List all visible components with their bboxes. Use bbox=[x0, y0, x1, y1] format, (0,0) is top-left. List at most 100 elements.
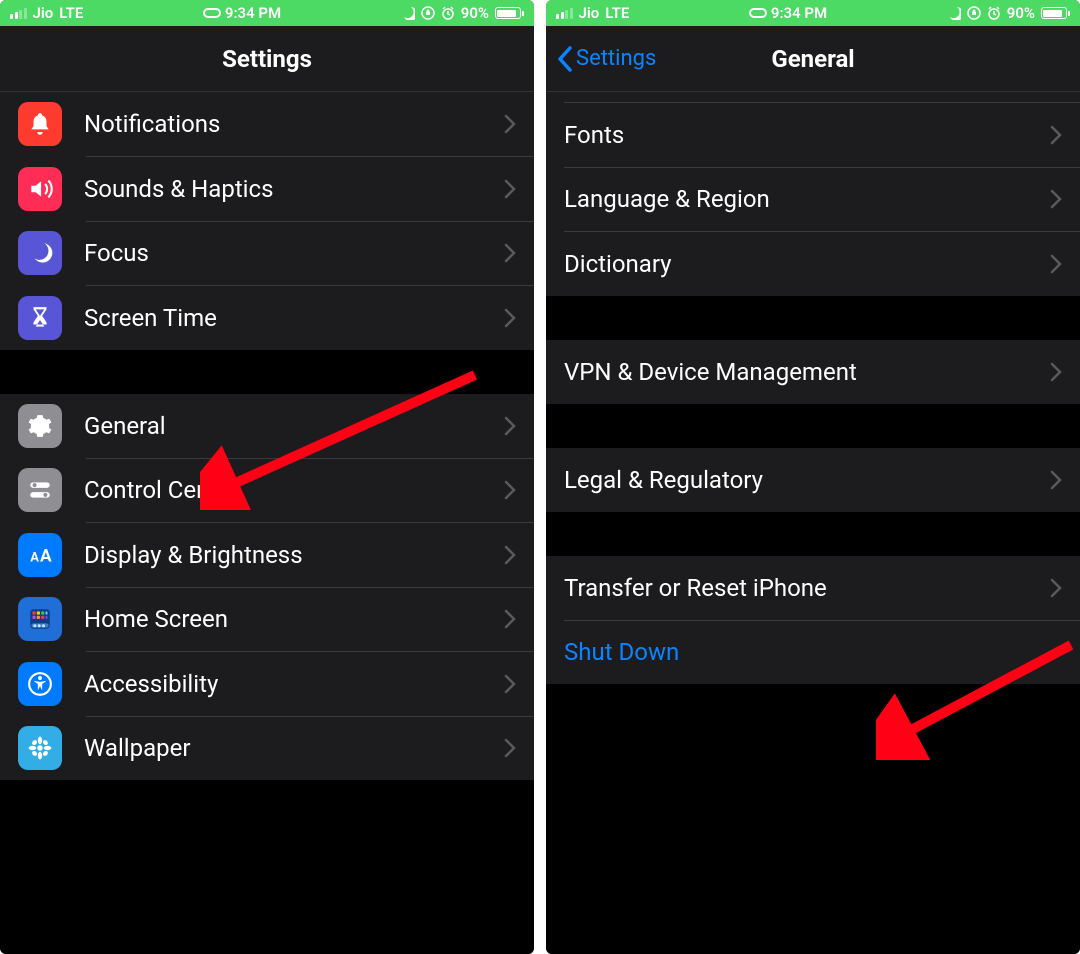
alarm-icon bbox=[987, 6, 1001, 20]
settings-screen-time[interactable]: Screen Time bbox=[0, 286, 534, 350]
chevron-right-icon bbox=[1050, 578, 1062, 598]
row-label: Sounds & Haptics bbox=[84, 175, 504, 203]
settings-control-centre[interactable]: Control Centre bbox=[0, 458, 534, 522]
settings-notifications[interactable]: Notifications bbox=[0, 92, 534, 156]
hotspot-icon bbox=[203, 8, 221, 18]
hotspot-icon bbox=[749, 8, 767, 18]
alarm-icon bbox=[441, 6, 455, 20]
row-label: Accessibility bbox=[84, 670, 504, 698]
settings-focus[interactable]: Focus bbox=[0, 221, 534, 285]
settings-sounds-haptics[interactable]: Sounds & Haptics bbox=[0, 157, 534, 221]
phone-right-general: Jio LTE 9:34 PM 90% Settings General bbox=[546, 0, 1080, 954]
accessibility-icon bbox=[18, 662, 62, 706]
network-label: LTE bbox=[59, 4, 83, 22]
time-label: 9:34 PM bbox=[225, 4, 281, 22]
chevron-right-icon bbox=[1050, 254, 1062, 274]
row-label: Fonts bbox=[564, 121, 1050, 149]
page-title: General bbox=[771, 45, 854, 73]
signal-bars-icon bbox=[556, 7, 573, 19]
general-shut-down[interactable]: Shut Down bbox=[546, 620, 1080, 684]
settings-home-screen[interactable]: Home Screen bbox=[0, 587, 534, 651]
row-label: Home Screen bbox=[84, 605, 504, 633]
status-bar: Jio LTE 9:34 PM 90% bbox=[0, 0, 534, 26]
general-group-a: Fonts Language & Region Dictionary bbox=[546, 92, 1080, 296]
general-group-b: VPN & Device Management bbox=[546, 340, 1080, 404]
bell-icon bbox=[18, 102, 62, 146]
nav-bar: Settings General bbox=[546, 26, 1080, 92]
status-left: Jio LTE bbox=[10, 4, 83, 22]
status-right: 90% bbox=[947, 4, 1070, 22]
general-transfer-reset[interactable]: Transfer or Reset iPhone bbox=[546, 556, 1080, 620]
general-group-d: Transfer or Reset iPhone Shut Down bbox=[546, 556, 1080, 685]
chevron-right-icon bbox=[504, 480, 516, 500]
row-label: Screen Time bbox=[84, 304, 504, 332]
status-center: 9:34 PM bbox=[749, 4, 827, 22]
settings-wallpaper[interactable]: Wallpaper bbox=[0, 716, 534, 780]
text-size-icon: AA bbox=[18, 533, 62, 577]
settings-group-b: General Control Centre AA Display & Brig… bbox=[0, 394, 534, 781]
chevron-right-icon bbox=[1050, 470, 1062, 490]
general-fonts[interactable]: Fonts bbox=[546, 103, 1080, 167]
moon-icon bbox=[947, 6, 961, 20]
gear-icon bbox=[18, 404, 62, 448]
general-legal-regulatory[interactable]: Legal & Regulatory bbox=[546, 448, 1080, 512]
status-bar: Jio LTE 9:34 PM 90% bbox=[546, 0, 1080, 26]
chevron-right-icon bbox=[504, 674, 516, 694]
general-list[interactable]: Fonts Language & Region Dictionary VPN &… bbox=[546, 92, 1080, 954]
row-label: VPN & Device Management bbox=[564, 358, 1050, 386]
battery-pct-label: 90% bbox=[461, 4, 489, 22]
general-dictionary[interactable]: Dictionary bbox=[546, 232, 1080, 296]
general-vpn-device-mgmt[interactable]: VPN & Device Management bbox=[546, 340, 1080, 404]
status-left: Jio LTE bbox=[556, 4, 629, 22]
back-label: Settings bbox=[576, 46, 656, 71]
chevron-right-icon bbox=[504, 738, 516, 758]
settings-list[interactable]: Notifications Sounds & Haptics Focus bbox=[0, 92, 534, 954]
chevron-right-icon bbox=[504, 308, 516, 328]
moon-icon bbox=[401, 6, 415, 20]
settings-accessibility[interactable]: Accessibility bbox=[0, 652, 534, 716]
row-label: Control Centre bbox=[84, 476, 504, 504]
battery-icon bbox=[1041, 7, 1070, 19]
chevron-right-icon bbox=[504, 243, 516, 263]
row-label: Transfer or Reset iPhone bbox=[564, 574, 1050, 602]
row-label: Focus bbox=[84, 239, 504, 267]
row-label: Dictionary bbox=[564, 250, 1050, 278]
chevron-right-icon bbox=[1050, 125, 1062, 145]
row-label: Shut Down bbox=[564, 638, 1062, 666]
general-language-region[interactable]: Language & Region bbox=[546, 167, 1080, 231]
row-label: Display & Brightness bbox=[84, 541, 504, 569]
status-center: 9:34 PM bbox=[203, 4, 281, 22]
carrier-label: Jio bbox=[33, 4, 54, 22]
settings-general[interactable]: General bbox=[0, 394, 534, 458]
phone-left-settings: Jio LTE 9:34 PM 90% Settings bbox=[0, 0, 534, 954]
row-label: Legal & Regulatory bbox=[564, 466, 1050, 494]
row-label: Language & Region bbox=[564, 185, 1050, 213]
chevron-right-icon bbox=[504, 179, 516, 199]
chevron-right-icon bbox=[504, 609, 516, 629]
orientation-lock-icon bbox=[967, 6, 981, 20]
speaker-icon bbox=[18, 167, 62, 211]
home-grid-icon bbox=[18, 597, 62, 641]
chevron-right-icon bbox=[1050, 189, 1062, 209]
chevron-right-icon bbox=[1050, 362, 1062, 382]
chevron-right-icon bbox=[504, 416, 516, 436]
network-label: LTE bbox=[605, 4, 629, 22]
settings-group-a: Notifications Sounds & Haptics Focus bbox=[0, 92, 534, 350]
nav-bar: Settings bbox=[0, 26, 534, 92]
page-title: Settings bbox=[222, 45, 312, 73]
svg-text:A: A bbox=[40, 546, 52, 566]
chevron-right-icon bbox=[504, 545, 516, 565]
back-button[interactable]: Settings bbox=[556, 45, 656, 73]
moon-icon bbox=[18, 231, 62, 275]
flower-icon bbox=[18, 726, 62, 770]
hourglass-icon bbox=[18, 296, 62, 340]
chevron-right-icon bbox=[504, 114, 516, 134]
signal-bars-icon bbox=[10, 7, 27, 19]
row-label: Wallpaper bbox=[84, 734, 504, 762]
toggles-icon bbox=[18, 468, 62, 512]
row-label: General bbox=[84, 412, 504, 440]
chevron-left-icon bbox=[556, 45, 574, 73]
svg-text:A: A bbox=[30, 550, 39, 565]
battery-icon bbox=[495, 7, 524, 19]
settings-display-brightness[interactable]: AA Display & Brightness bbox=[0, 523, 534, 587]
